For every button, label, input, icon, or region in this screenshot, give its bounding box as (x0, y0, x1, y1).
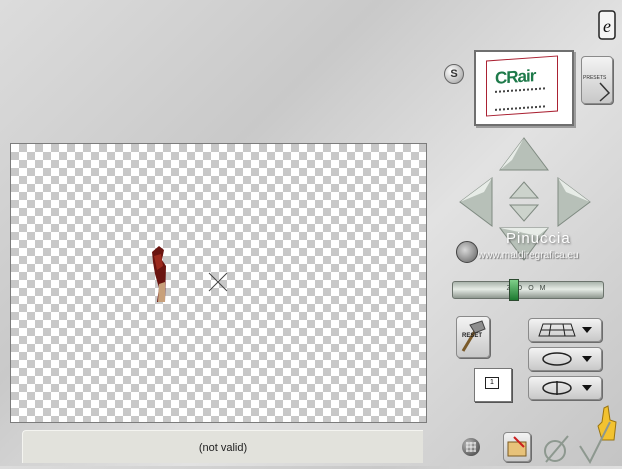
preview-canvas[interactable] (10, 143, 427, 423)
presets-arrow-icon (599, 82, 611, 102)
perspective-grid-icon (538, 323, 576, 337)
status-text: (not valid) (198, 442, 248, 454)
zoom-slider-thumb[interactable] (508, 279, 519, 301)
thumbnail-text-lines (495, 87, 545, 111)
s-button[interactable]: S (444, 64, 464, 84)
open-folder-icon (507, 436, 527, 457)
arrow-up-icon[interactable] (498, 136, 550, 177)
reset-button[interactable]: RESET (456, 316, 490, 358)
s-button-label: S (450, 68, 458, 80)
svg-text:e: e (603, 16, 611, 36)
rotate-icon[interactable] (456, 241, 478, 263)
status-bar: (not valid) (22, 430, 423, 463)
watermark-url: www.maldiregrafica.eu (478, 250, 579, 261)
ok-check-icon[interactable] (578, 420, 612, 469)
counter-value: 1 (485, 377, 499, 389)
zoom-label: Z O O M (506, 285, 548, 292)
presets-button[interactable]: PRESETS (581, 56, 613, 104)
cancel-icon[interactable] (542, 434, 572, 469)
e-logo-icon[interactable]: e (598, 10, 616, 40)
move-up-icon[interactable] (508, 180, 540, 205)
flip-dropdown[interactable] (528, 376, 602, 400)
perspective-dropdown[interactable] (528, 318, 602, 342)
move-down-icon[interactable] (508, 203, 540, 228)
rotation-dropdown[interactable] (528, 347, 602, 371)
counter-box[interactable]: 1 (474, 368, 512, 402)
chevron-down-icon (582, 385, 592, 391)
ellipse-icon (542, 352, 572, 366)
arrow-right-icon[interactable] (556, 176, 592, 233)
chevron-down-icon (582, 356, 592, 362)
center-marker-icon[interactable] (208, 272, 228, 292)
grid-icon[interactable] (462, 438, 480, 456)
flip-icon (542, 381, 572, 395)
thumbnail-title: CRair (495, 66, 536, 88)
watermark-name: Pinuccia (506, 230, 571, 247)
arrow-left-icon[interactable] (458, 176, 494, 233)
thumbnail-frame: CRair (486, 55, 558, 117)
thumbnail-preview[interactable]: CRair (474, 50, 574, 126)
chevron-down-icon (582, 327, 592, 333)
preview-image-fragment (152, 246, 166, 302)
open-folder-button[interactable] (503, 432, 531, 462)
reset-label: RESET (462, 333, 483, 339)
